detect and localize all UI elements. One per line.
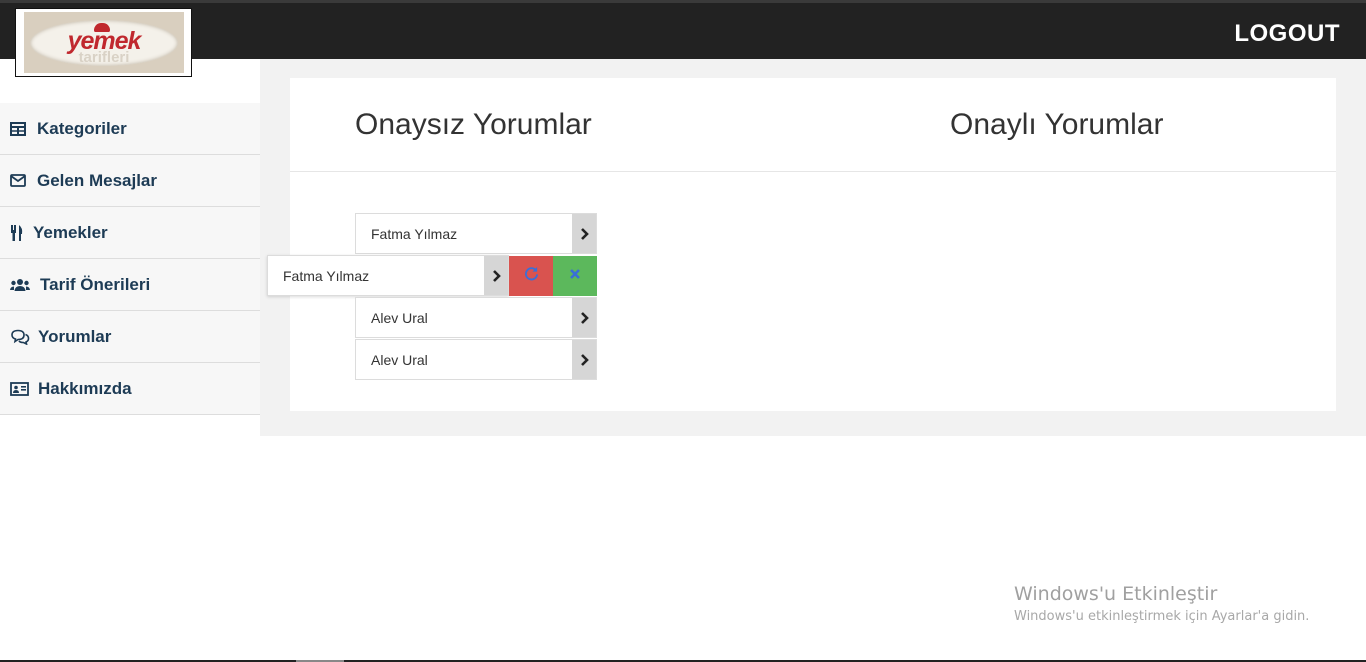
id-card-icon — [10, 381, 32, 397]
top-navbar: LOGOUT — [0, 0, 1366, 59]
sidebar-item-label: Hakkımızda — [38, 378, 132, 398]
chevron-right-icon[interactable] — [572, 214, 596, 253]
chevron-right-icon[interactable] — [572, 340, 596, 379]
site-logo[interactable]: yemek tarifleri — [15, 8, 192, 77]
logo-image: yemek tarifleri — [24, 12, 184, 73]
users-icon — [10, 277, 32, 293]
approve-button[interactable] — [553, 256, 597, 296]
refresh-button[interactable] — [509, 256, 553, 296]
sidebar-item-label: Yemekler — [33, 222, 108, 242]
sidebar: Kategoriler Gelen Mesajlar Yemekler Tari… — [0, 103, 260, 415]
logo-oval: yemek tarifleri — [30, 20, 178, 66]
sidebar-item-label: Gelen Mesajlar — [37, 170, 158, 190]
comment-author: Fatma Yılmaz — [371, 225, 458, 242]
watermark-title: Windows'u Etkinleştir — [1014, 583, 1218, 605]
sidebar-item-hakkimizda[interactable]: Hakkımızda — [0, 363, 260, 415]
comment-author: Alev Ural — [371, 351, 428, 368]
unapproved-comments-title: Onaysız Yorumlar — [355, 108, 592, 141]
logout-button[interactable]: LOGOUT — [1234, 20, 1340, 48]
chevron-right-icon[interactable] — [484, 256, 508, 295]
envelope-icon — [10, 173, 30, 189]
sidebar-item-yorumlar[interactable]: Yorumlar — [0, 311, 260, 363]
windows-activation-watermark: Windows'u Etkinleştir Windows'u etkinleş… — [1014, 583, 1309, 624]
comment-item-expanded[interactable]: Fatma Yılmaz — [267, 255, 509, 296]
refresh-icon — [524, 266, 539, 286]
watermark-subtitle: Windows'u etkinleştirmek için Ayarlar'a … — [1014, 609, 1310, 624]
sidebar-item-label: Yorumlar — [38, 326, 112, 346]
comment-item[interactable]: Fatma Yılmaz — [355, 213, 597, 254]
utensils-icon — [10, 224, 27, 241]
sidebar-item-tarif-onerileri[interactable]: Tarif Önerileri — [0, 259, 260, 311]
comment-author: Alev Ural — [371, 309, 428, 326]
sidebar-item-label: Kategoriler — [37, 118, 127, 138]
comments-icon — [10, 329, 32, 345]
comment-item[interactable]: Alev Ural — [355, 339, 597, 380]
comment-author: Fatma Yılmaz — [283, 267, 370, 284]
close-icon — [569, 267, 581, 285]
comment-item[interactable]: Alev Ural — [355, 297, 597, 338]
chevron-right-icon[interactable] — [572, 298, 596, 337]
panel-header: Onaysız Yorumlar Onaylı Yorumlar — [290, 78, 1336, 172]
sidebar-item-gelen-mesajlar[interactable]: Gelen Mesajlar — [0, 155, 260, 207]
table-icon — [10, 121, 30, 137]
sidebar-item-yemekler[interactable]: Yemekler — [0, 207, 260, 259]
sidebar-item-label: Tarif Önerileri — [40, 274, 151, 294]
sidebar-item-kategoriler[interactable]: Kategoriler — [0, 103, 260, 155]
logo-text-sub: tarifleri — [78, 49, 130, 66]
approved-comments-title: Onaylı Yorumlar — [950, 108, 1164, 141]
